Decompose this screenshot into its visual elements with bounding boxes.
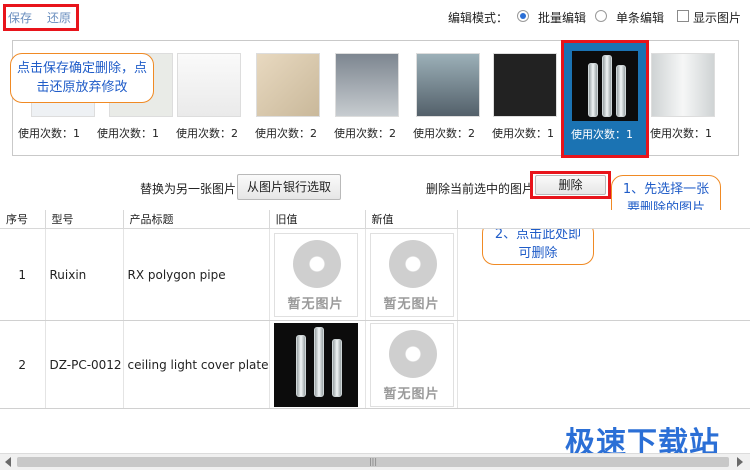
no-image-text: 暂无图片 xyxy=(383,386,440,402)
row-old-image xyxy=(269,320,366,409)
thumbnail-usage-count: 使用次数：2 xyxy=(413,127,475,140)
horizontal-scrollbar[interactable]: ||| xyxy=(0,453,750,470)
restore-link[interactable]: 还原 xyxy=(47,9,71,26)
thumbnail-usage-count: 使用次数：2 xyxy=(255,127,317,140)
column-header-index[interactable]: 序号 xyxy=(0,210,46,229)
thumbnail-usage-count: 使用次数：1 xyxy=(97,127,159,140)
from-image-bank-button[interactable]: 从图片银行选取 xyxy=(237,174,341,200)
pipe-shape xyxy=(331,338,342,397)
row-index: 1 xyxy=(0,228,46,321)
thumbnail-image[interactable] xyxy=(335,53,399,117)
scrollbar-thumb[interactable]: ||| xyxy=(17,457,729,467)
pipe-shape xyxy=(616,65,626,117)
single-edit-radio[interactable] xyxy=(595,10,607,22)
pipe-shape xyxy=(588,63,598,117)
no-image-text: 暂无图片 xyxy=(287,296,344,312)
thumbnail-image[interactable] xyxy=(651,53,715,117)
scroll-left-arrow-icon[interactable] xyxy=(5,457,11,467)
selected-thumbnail-usage-count: 使用次数：1 xyxy=(571,128,633,141)
edit-mode-label: 编辑模式： xyxy=(448,11,509,25)
pipe-shape xyxy=(295,334,306,397)
thumbnail-usage-count: 使用次数：2 xyxy=(334,127,396,140)
replace-image-label: 替换为另一张图片 xyxy=(140,182,237,196)
column-header-new-value[interactable]: 新值 xyxy=(365,210,458,229)
table-row[interactable]: 1 Ruixin RX polygon pipe 暂无图片 暂无图片 xyxy=(0,228,750,321)
row-old-image: 暂无图片 xyxy=(269,228,366,321)
single-edit-label[interactable]: 单条编辑 xyxy=(616,9,664,26)
show-images-checkbox[interactable] xyxy=(677,10,689,22)
product-image-table: 序号 型号 产品标题 旧值 新值 1 Ruixin RX polygon pip… xyxy=(0,210,750,409)
pipe-shape xyxy=(602,55,612,117)
table-row[interactable]: 2 DZ-PC-0012 ceiling light cover plate 暂… xyxy=(0,320,750,409)
selected-thumbnail[interactable]: 使用次数：1 xyxy=(561,40,649,158)
old-product-image xyxy=(273,322,358,407)
column-header-old-value[interactable]: 旧值 xyxy=(269,210,366,229)
thumbnail-image[interactable] xyxy=(256,53,320,117)
save-link[interactable]: 保存 xyxy=(8,9,32,26)
column-header-title[interactable]: 产品标题 xyxy=(123,210,270,229)
row-title: ceiling light cover plate xyxy=(123,320,270,409)
row-model: Ruixin xyxy=(45,228,124,321)
save-hint-callout: 点击保存确定删除，点击还原放弃修改 xyxy=(10,53,154,103)
save-hint-text: 点击保存确定删除，点击还原放弃修改 xyxy=(17,61,148,95)
row-new-image: 暂无图片 xyxy=(365,228,458,321)
show-images-label[interactable]: 显示图片 xyxy=(693,9,741,26)
delete-button[interactable]: 删除 xyxy=(535,175,606,195)
thumbnail-image[interactable] xyxy=(177,53,241,117)
no-image-text: 暂无图片 xyxy=(383,296,440,312)
row-model: DZ-PC-0012 xyxy=(45,320,124,409)
thumbnail-image[interactable] xyxy=(493,53,557,117)
thumbnail-usage-count: 使用次数：1 xyxy=(18,127,80,140)
scrollbar-grip: ||| xyxy=(368,457,378,466)
no-image-placeholder: 暂无图片 xyxy=(273,232,358,317)
batch-edit-label[interactable]: 批量编辑 xyxy=(538,9,586,26)
thumbnail-usage-count: 使用次数：2 xyxy=(176,127,238,140)
thumbnail-usage-count: 使用次数：1 xyxy=(492,127,554,140)
thumbnail-usage-count: 使用次数：1 xyxy=(650,127,712,140)
batch-edit-radio[interactable] xyxy=(517,10,529,22)
row-title: RX polygon pipe xyxy=(123,228,270,321)
scroll-right-arrow-icon[interactable] xyxy=(737,457,743,467)
delete-current-image-label: 删除当前选中的图片 xyxy=(426,182,535,196)
pipe-shape xyxy=(313,326,324,397)
thumbnail-image[interactable] xyxy=(416,53,480,117)
row-index: 2 xyxy=(0,320,46,409)
table-header-row: 序号 型号 产品标题 旧值 新值 xyxy=(0,210,750,229)
row-new-image: 暂无图片 xyxy=(365,320,458,409)
no-image-placeholder: 暂无图片 xyxy=(369,232,454,317)
no-image-placeholder: 暂无图片 xyxy=(369,322,454,407)
selected-thumbnail-image xyxy=(572,51,638,121)
column-header-model[interactable]: 型号 xyxy=(45,210,124,229)
column-header-empty xyxy=(457,210,750,229)
